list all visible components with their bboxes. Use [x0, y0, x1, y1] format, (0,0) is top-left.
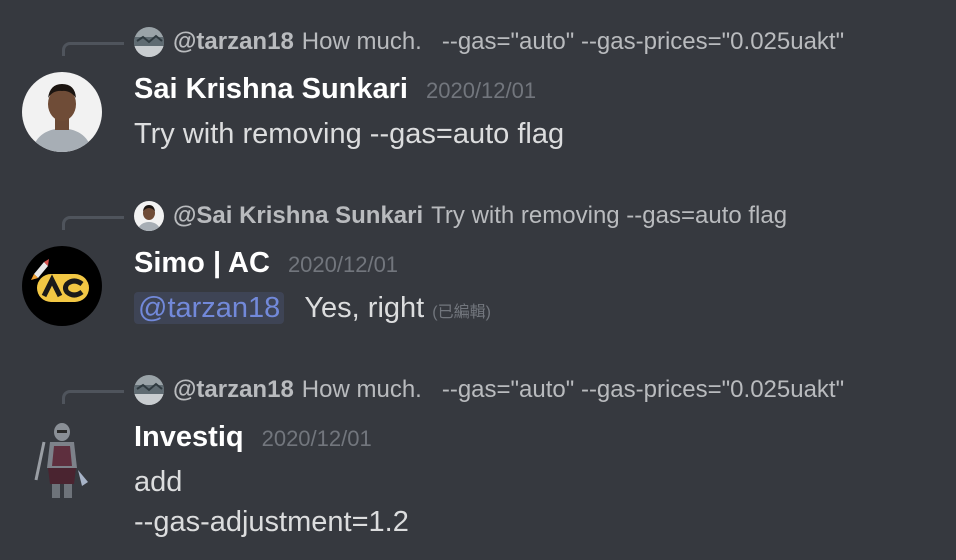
avatar-simo-ac[interactable] [22, 246, 102, 326]
avatar-sai-krishna[interactable] [22, 72, 102, 152]
reply-spine [62, 390, 124, 404]
timestamp: 2020/12/01 [287, 252, 399, 277]
username[interactable]: Investiq [134, 421, 244, 454]
timestamp: 2020/12/01 [261, 426, 372, 451]
reply-text[interactable]: How much. --gas="auto" --gas-prices="0.0… [302, 376, 844, 404]
reply-username[interactable]: @tarzan18 [173, 28, 294, 56]
reply-spine [62, 42, 124, 56]
message-header: Investiq 2020/12/01 [134, 421, 372, 457]
timestamp: 2020/12/01 [426, 78, 537, 103]
message-text: Yes, right [304, 292, 425, 324]
reply-username[interactable]: @tarzan18 [173, 376, 294, 404]
user-mention[interactable]: @tarzan18 [134, 292, 285, 324]
reply-avatar-landscape-icon [134, 27, 164, 57]
message-header: Sai Krishna Sunkari 2020/12/01 [134, 73, 536, 109]
edited-label: (已編輯) [432, 304, 491, 321]
message-content: @tarzan18 Yes, right (已編輯) [134, 288, 491, 333]
reply-preview[interactable]: @Sai Krishna Sunkari Try with removing -… [134, 201, 787, 231]
reply-preview[interactable]: @tarzan18 How much. --gas="auto" --gas-p… [134, 375, 844, 405]
reply-avatar-landscape-icon [134, 375, 164, 405]
reply-username[interactable]: @Sai Krishna Sunkari [173, 202, 423, 230]
message-content: Try with removing --gas=auto flag [134, 114, 564, 154]
message-text: Try with removing --gas=auto flag [134, 118, 565, 150]
username[interactable]: Simo | AC [134, 247, 270, 280]
message-line: add [134, 466, 183, 498]
message-content: add --gas-adjustment=1.2 [134, 462, 409, 542]
reply-avatar-person-icon [134, 201, 164, 231]
reply-text[interactable]: How much. --gas="auto" --gas-prices="0.0… [302, 28, 844, 56]
message-line: --gas-adjustment=1.2 [134, 506, 409, 538]
avatar-investiq-knight[interactable] [22, 420, 102, 500]
message-header: Simo | AC 2020/12/01 [134, 247, 398, 283]
username[interactable]: Sai Krishna Sunkari [134, 73, 408, 106]
reply-preview[interactable]: @tarzan18 How much. --gas="auto" --gas-p… [134, 27, 844, 57]
reply-text[interactable]: Try with removing --gas=auto flag [431, 202, 787, 230]
reply-spine [62, 216, 124, 230]
